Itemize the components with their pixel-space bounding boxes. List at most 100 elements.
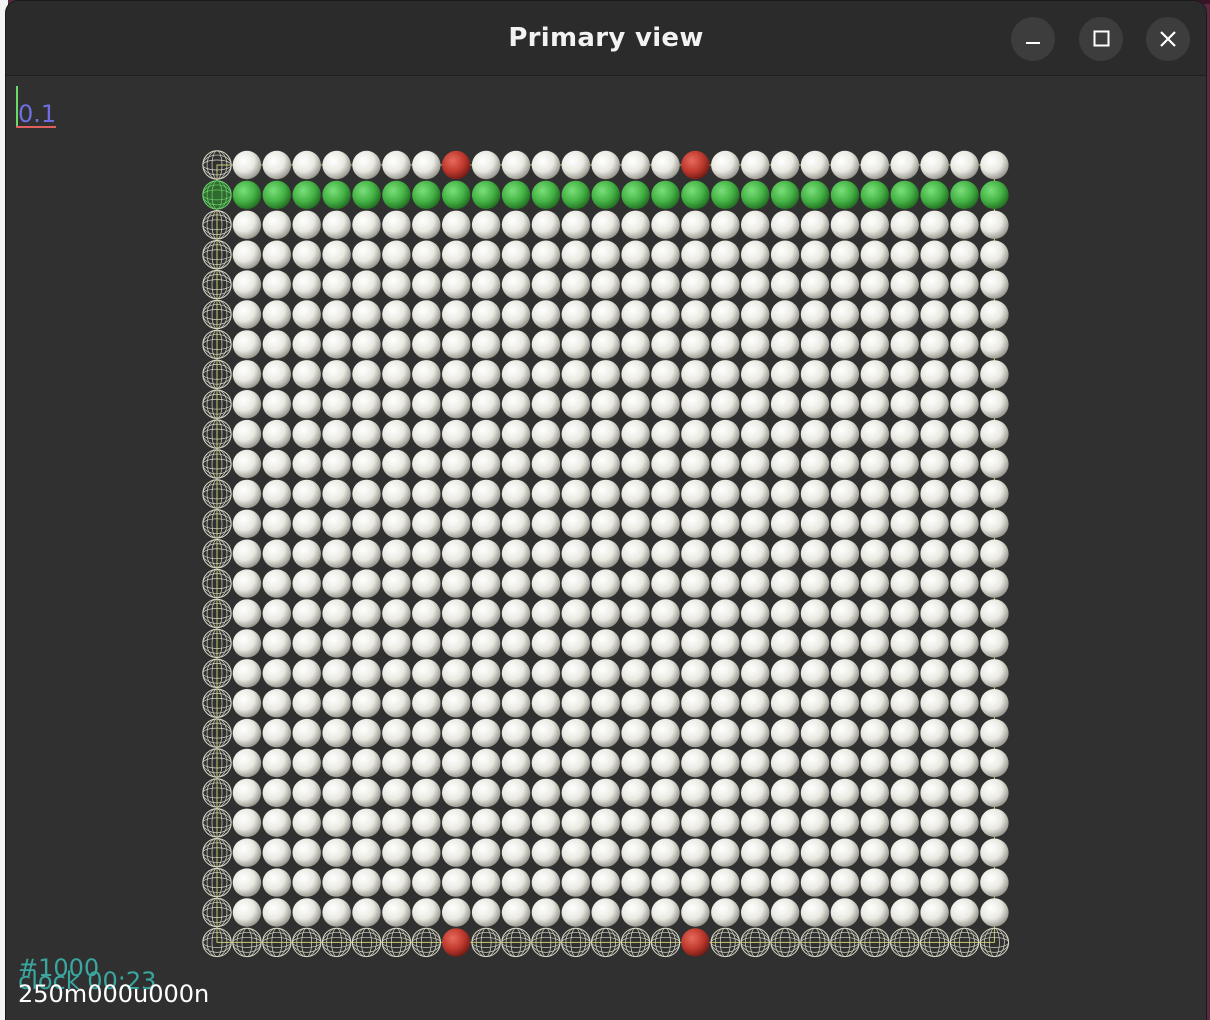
particle bbox=[471, 808, 501, 837]
particle bbox=[322, 449, 351, 479]
particle bbox=[890, 838, 919, 867]
particle bbox=[501, 360, 531, 389]
particle bbox=[860, 509, 889, 538]
particle bbox=[770, 419, 800, 449]
particle-grid[interactable] bbox=[6, 76, 1206, 1020]
particle bbox=[382, 689, 411, 718]
particle bbox=[950, 838, 979, 867]
particle bbox=[292, 360, 321, 389]
particle bbox=[890, 449, 919, 479]
particle bbox=[292, 629, 321, 658]
particle bbox=[860, 868, 889, 897]
particle bbox=[501, 659, 531, 688]
particle bbox=[442, 449, 471, 479]
particle bbox=[412, 449, 441, 479]
particle bbox=[950, 808, 979, 837]
particle bbox=[591, 718, 620, 748]
particle bbox=[262, 419, 291, 449]
particle bbox=[292, 898, 321, 927]
particle bbox=[352, 689, 381, 718]
particle bbox=[621, 390, 650, 419]
window-titlebar[interactable]: Primary view bbox=[6, 1, 1206, 76]
particle bbox=[232, 778, 262, 808]
particle bbox=[382, 390, 411, 419]
particle bbox=[651, 808, 680, 837]
particle bbox=[501, 718, 531, 748]
particle bbox=[501, 150, 531, 180]
particle bbox=[980, 390, 1009, 419]
particle bbox=[471, 270, 501, 299]
particle bbox=[681, 479, 710, 509]
particle bbox=[800, 748, 830, 778]
particle bbox=[681, 539, 710, 568]
particle bbox=[980, 748, 1009, 778]
particle bbox=[800, 330, 830, 359]
particle bbox=[890, 689, 919, 718]
particle bbox=[741, 539, 770, 568]
particle bbox=[561, 808, 590, 837]
particle bbox=[352, 539, 381, 568]
particle bbox=[980, 539, 1009, 568]
particle bbox=[322, 629, 351, 658]
particle bbox=[741, 659, 770, 688]
particle bbox=[561, 599, 590, 628]
particle bbox=[681, 210, 710, 239]
particle bbox=[561, 539, 590, 568]
particle bbox=[262, 479, 291, 509]
particle bbox=[531, 778, 561, 808]
particle bbox=[741, 479, 770, 509]
particle bbox=[980, 868, 1009, 897]
particle bbox=[561, 718, 590, 748]
particle bbox=[442, 838, 471, 867]
particle bbox=[980, 659, 1009, 688]
particle bbox=[681, 718, 710, 748]
particle bbox=[591, 150, 620, 180]
particle bbox=[501, 808, 531, 837]
particle bbox=[890, 868, 919, 897]
particle bbox=[442, 300, 471, 329]
particle bbox=[442, 778, 471, 808]
particle bbox=[442, 599, 471, 628]
particle bbox=[860, 689, 889, 718]
particle bbox=[501, 898, 531, 927]
particle bbox=[352, 240, 381, 269]
particle bbox=[322, 718, 351, 748]
particle bbox=[442, 748, 471, 778]
particle bbox=[471, 479, 501, 509]
particle bbox=[531, 509, 561, 538]
particle bbox=[830, 659, 860, 688]
particle bbox=[262, 838, 291, 867]
particle bbox=[292, 509, 321, 538]
particle bbox=[920, 419, 949, 449]
highlighted-particle bbox=[830, 180, 860, 210]
maximize-button[interactable] bbox=[1079, 17, 1123, 61]
particle bbox=[711, 270, 740, 299]
particle bbox=[412, 898, 441, 927]
particle bbox=[681, 300, 710, 329]
particle bbox=[531, 300, 561, 329]
particle bbox=[711, 718, 740, 748]
particle bbox=[860, 748, 889, 778]
particle bbox=[232, 479, 262, 509]
particle bbox=[621, 898, 650, 927]
particle bbox=[262, 898, 291, 927]
close-button[interactable] bbox=[1146, 17, 1190, 61]
particle bbox=[651, 330, 680, 359]
particle bbox=[860, 898, 889, 927]
particle bbox=[980, 599, 1009, 628]
particle bbox=[591, 240, 620, 269]
particle bbox=[382, 629, 411, 658]
3d-viewport[interactable]: 0.1 #1000 clock 00:23 250m000u000n bbox=[6, 76, 1206, 1020]
particle bbox=[770, 150, 800, 180]
minimize-button[interactable] bbox=[1011, 17, 1055, 61]
particle bbox=[322, 360, 351, 389]
particle bbox=[322, 240, 351, 269]
particle bbox=[800, 360, 830, 389]
particle bbox=[950, 898, 979, 927]
particle bbox=[800, 569, 830, 598]
particle bbox=[531, 629, 561, 658]
particle bbox=[770, 300, 800, 329]
particle bbox=[412, 808, 441, 837]
particle bbox=[651, 689, 680, 718]
particle bbox=[621, 270, 650, 299]
